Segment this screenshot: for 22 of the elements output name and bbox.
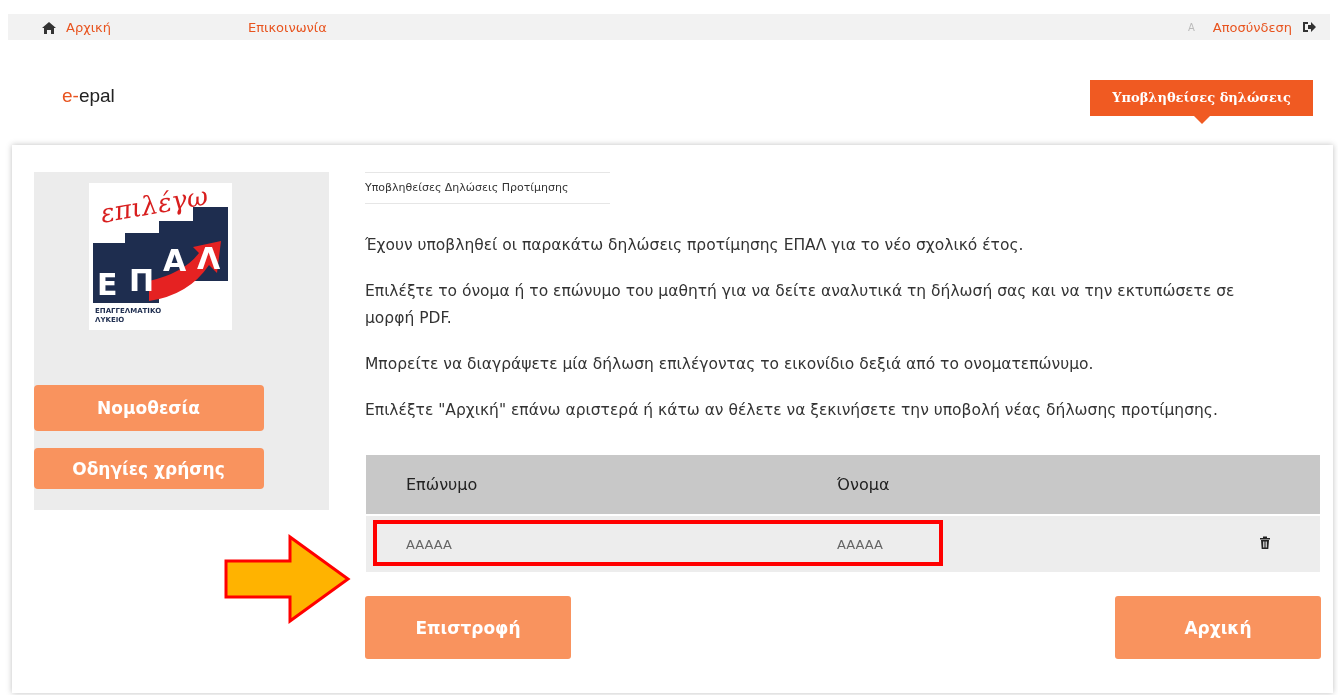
instructions-button[interactable]: Οδηγίες χρήσης <box>33 448 264 489</box>
table-cell[interactable]: AAAAA <box>366 514 797 572</box>
home-icon <box>42 20 56 34</box>
info-paragraph: Έχουν υποβληθεί οι παρακάτω δηλώσεις προτίμησης ΕΠΑΛ για το νέο σχολικό έτος. <box>365 235 1025 256</box>
info-paragraph: Μπορείτε να διαγράψετε μία δήλωση επιλέγοντας το εικονίδιο δεξιά από το ονοματεπώνυμο. <box>365 354 1095 375</box>
info-paragraph: Επιλέξτε το όνομα ή το επώνυμο του μαθητή για να δείτε αναλυτικά τη δήλωσή σας και να την εκτυπώσετε σε μορφή PDF. <box>365 281 1236 329</box>
logout-icon <box>1302 20 1316 34</box>
home-link[interactable]: Αρχική <box>66 19 111 35</box>
delete-icon[interactable] <box>1259 536 1271 549</box>
column-header: Επώνυμο <box>366 455 797 514</box>
column-header: Όνομα <box>797 455 1219 514</box>
back-button[interactable]: Επιστροφή <box>365 596 571 659</box>
legislation-button[interactable]: Νομοθεσία <box>33 385 264 431</box>
home-button[interactable]: Αρχική <box>1115 596 1321 659</box>
contact-link[interactable]: Επικοινωνία <box>247 19 327 35</box>
submitted-tab[interactable]: Υποβληθείσες δηλώσεις <box>1090 80 1313 116</box>
info-paragraph: Επιλέξτε "Αρχική" επάνω αριστερά ή κάτω αν θέλετε να ξεκινήσετε την υποβολή νέας δήλωσης προτίμησης. <box>365 400 1219 421</box>
table-cell[interactable]: AAAAA <box>797 514 1219 572</box>
logout-link[interactable]: Αποσύνδεση <box>1212 19 1292 35</box>
breadcrumb: Υποβληθείσες Δηλώσεις Προτίμησης <box>365 172 611 204</box>
tab-pointer <box>1193 116 1210 124</box>
brand-logo: e-epal <box>62 85 115 107</box>
